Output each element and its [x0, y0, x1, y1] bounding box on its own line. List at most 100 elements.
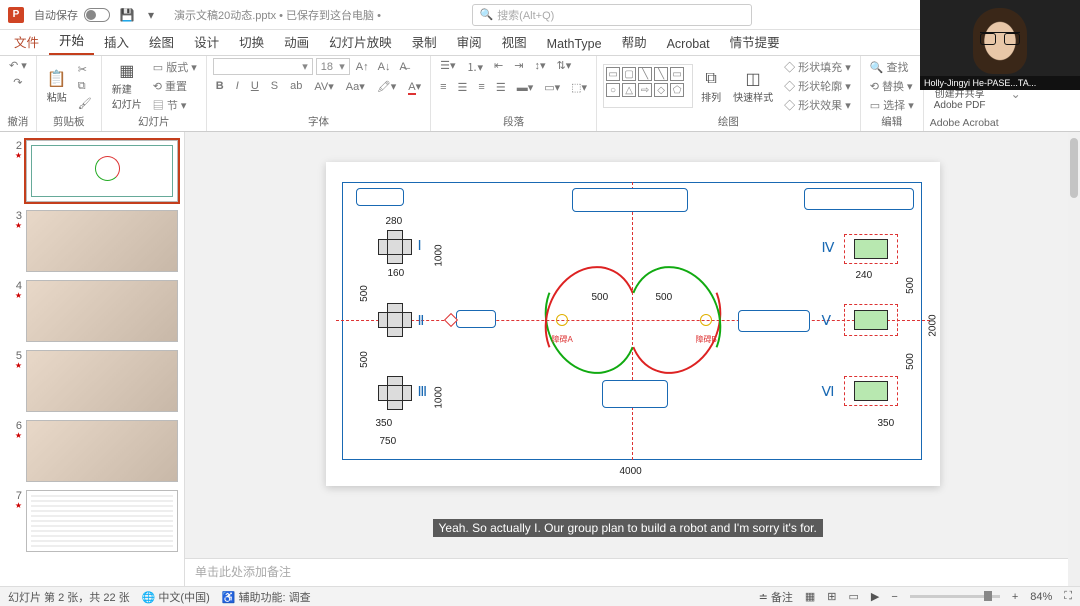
numbering-button[interactable]: ⒈▾ — [464, 58, 487, 76]
tab-home[interactable]: 开始 — [49, 26, 94, 55]
tab-slideshow[interactable]: 幻灯片放映 — [319, 28, 402, 55]
replace-button[interactable]: ⟲ 替换 ▾ — [867, 77, 916, 95]
paste-button[interactable]: 📋 粘贴 — [43, 67, 71, 106]
slide-thumb-3[interactable] — [26, 210, 178, 272]
qat-dropdown-icon[interactable]: ▾ — [140, 4, 162, 26]
green-block-4 — [854, 239, 888, 259]
redo-button[interactable]: ↷ — [10, 75, 25, 90]
slide-thumb-7[interactable] — [26, 490, 178, 552]
slide-thumb-5[interactable] — [26, 350, 178, 412]
tab-mathtype[interactable]: MathType — [537, 33, 612, 55]
fit-to-window-button[interactable]: ⛶ — [1064, 590, 1072, 603]
shape-outline-button[interactable]: ◇ 形状轮廓 ▾ — [781, 77, 854, 95]
tab-acrobat[interactable]: Acrobat — [657, 33, 720, 55]
tab-insert[interactable]: 插入 — [94, 28, 139, 55]
zoom-slider[interactable] — [910, 595, 1000, 598]
slide-thumb-6[interactable] — [26, 420, 178, 482]
notes-toggle[interactable]: ≐ 备注 — [759, 589, 793, 605]
align-left-button[interactable]: ≡ — [437, 80, 449, 95]
zoom-percent[interactable]: 84% — [1030, 591, 1052, 603]
video-call-overlay[interactable]: Holly-Jingyi He-PASE...TA... — [920, 0, 1080, 90]
scrollbar-thumb[interactable] — [1070, 138, 1078, 198]
tab-record[interactable]: 录制 — [402, 28, 447, 55]
tab-animations[interactable]: 动画 — [274, 28, 319, 55]
align-text-button[interactable]: ▭▾ — [541, 80, 563, 95]
bullets-button[interactable]: ☰▾ — [437, 58, 458, 76]
grow-font-button[interactable]: A↑ — [353, 60, 372, 74]
tab-file[interactable]: 文件 — [4, 28, 49, 55]
paste-icon: 📋 — [47, 69, 67, 89]
reset-button[interactable]: ⟲ 重置 — [150, 77, 200, 95]
thumb-row[interactable]: 4★ — [0, 278, 184, 348]
font-size-select[interactable]: 18▾ — [316, 58, 350, 75]
clear-format-button[interactable]: A̶ — [396, 60, 409, 74]
shape-fill-button[interactable]: ◇ 形状填充 ▾ — [781, 58, 854, 76]
shrink-font-button[interactable]: A↓ — [375, 60, 394, 74]
tab-storyboard[interactable]: 情节提要 — [720, 28, 790, 55]
language-indicator[interactable]: 🌐 中文(中国) — [142, 589, 210, 605]
smartart-button[interactable]: ⬚▾ — [568, 80, 590, 95]
align-right-button[interactable]: ≡ — [475, 80, 487, 95]
bold-button[interactable]: B — [213, 79, 227, 94]
thumb-row[interactable]: 3★ — [0, 208, 184, 278]
block-2 — [378, 303, 412, 337]
highlight-button[interactable]: 🖍▾ — [374, 79, 400, 94]
copy-button[interactable]: ⧉ — [75, 79, 95, 94]
tab-help[interactable]: 帮助 — [612, 28, 657, 55]
select-button[interactable]: ▭ 选择 ▾ — [867, 96, 917, 114]
shapes-gallery[interactable]: ▭▢╲╲▭ ○△⇨◇⬠ — [603, 64, 693, 108]
columns-button[interactable]: ▬▾ — [514, 80, 537, 95]
case-button[interactable]: Aa▾ — [343, 79, 368, 94]
zoom-out-button[interactable]: − — [891, 591, 897, 603]
line-spacing-button[interactable]: ↕▾ — [531, 58, 548, 76]
font-family-select[interactable]: ▾ — [213, 58, 313, 75]
arrange-button[interactable]: ⧉排列 — [697, 67, 725, 106]
tab-design[interactable]: 设计 — [184, 28, 229, 55]
autosave-toggle[interactable] — [84, 8, 110, 22]
accessibility-checker[interactable]: ♿ 辅助功能: 调查 — [222, 589, 311, 605]
slide-thumb-4[interactable] — [26, 280, 178, 342]
vertical-scrollbar[interactable] — [1068, 132, 1080, 558]
slide-thumb-2[interactable] — [26, 140, 178, 202]
reading-view-button[interactable]: ▭ — [849, 590, 859, 603]
thumb-row[interactable]: 7★ — [0, 488, 184, 558]
normal-view-button[interactable]: ▦ — [805, 590, 815, 603]
quick-styles-button[interactable]: ◫快速样式 — [729, 67, 777, 106]
thumb-row[interactable]: 5★ — [0, 348, 184, 418]
indent-dec-button[interactable]: ⇤ — [491, 58, 506, 76]
find-button[interactable]: 🔍 查找 — [867, 58, 912, 76]
thumb-row[interactable]: 2★ — [0, 138, 184, 208]
slide-thumbnails-panel[interactable]: 2★ 3★ 4★ 5★ 6★ — [0, 132, 185, 586]
tab-review[interactable]: 审阅 — [447, 28, 492, 55]
new-slide-button[interactable]: ▦ 新建 幻灯片 — [108, 59, 146, 113]
shadow-button[interactable]: ab — [287, 79, 305, 94]
search-input[interactable]: 🔍 搜索(Alt+Q) — [472, 4, 752, 26]
zoom-slider-knob[interactable] — [984, 591, 992, 601]
slide-canvas-wrap[interactable]: Ⅰ Ⅱ Ⅲ Ⅳ Ⅴ Ⅵ 障碍A — [185, 132, 1080, 558]
text-direction-button[interactable]: ⇅▾ — [554, 58, 575, 76]
tab-view[interactable]: 视图 — [492, 28, 537, 55]
cut-button[interactable]: ✂ — [75, 62, 95, 77]
tab-transitions[interactable]: 切换 — [229, 28, 274, 55]
slideshow-view-button[interactable]: ▶ — [871, 590, 879, 603]
notes-pane[interactable]: 单击此处添加备注 — [185, 558, 1080, 586]
save-icon[interactable]: 💾 — [116, 4, 138, 26]
sorter-view-button[interactable]: ⊞ — [827, 590, 836, 603]
slide-canvas[interactable]: Ⅰ Ⅱ Ⅲ Ⅳ Ⅴ Ⅵ 障碍A — [326, 162, 940, 486]
shape-effects-button[interactable]: ◇ 形状效果 ▾ — [781, 96, 854, 114]
italic-button[interactable]: I — [233, 79, 242, 94]
undo-button[interactable]: ↶ ▾ — [6, 58, 30, 73]
justify-button[interactable]: ☰ — [493, 80, 509, 95]
indent-inc-button[interactable]: ⇥ — [511, 58, 526, 76]
thumb-row[interactable]: 6★ — [0, 418, 184, 488]
font-color-button[interactable]: A▾ — [405, 79, 424, 94]
tab-draw[interactable]: 绘图 — [139, 28, 184, 55]
layout-button[interactable]: ▭ 版式 ▾ — [150, 58, 200, 76]
strike-button[interactable]: S — [268, 79, 281, 94]
align-center-button[interactable]: ☰ — [455, 80, 471, 95]
zoom-in-button[interactable]: + — [1012, 591, 1018, 603]
underline-button[interactable]: U — [248, 79, 262, 94]
format-painter-button[interactable]: 🖌 — [75, 96, 95, 111]
spacing-button[interactable]: AV▾ — [311, 79, 336, 94]
section-button[interactable]: ▤ 节 ▾ — [150, 96, 200, 114]
